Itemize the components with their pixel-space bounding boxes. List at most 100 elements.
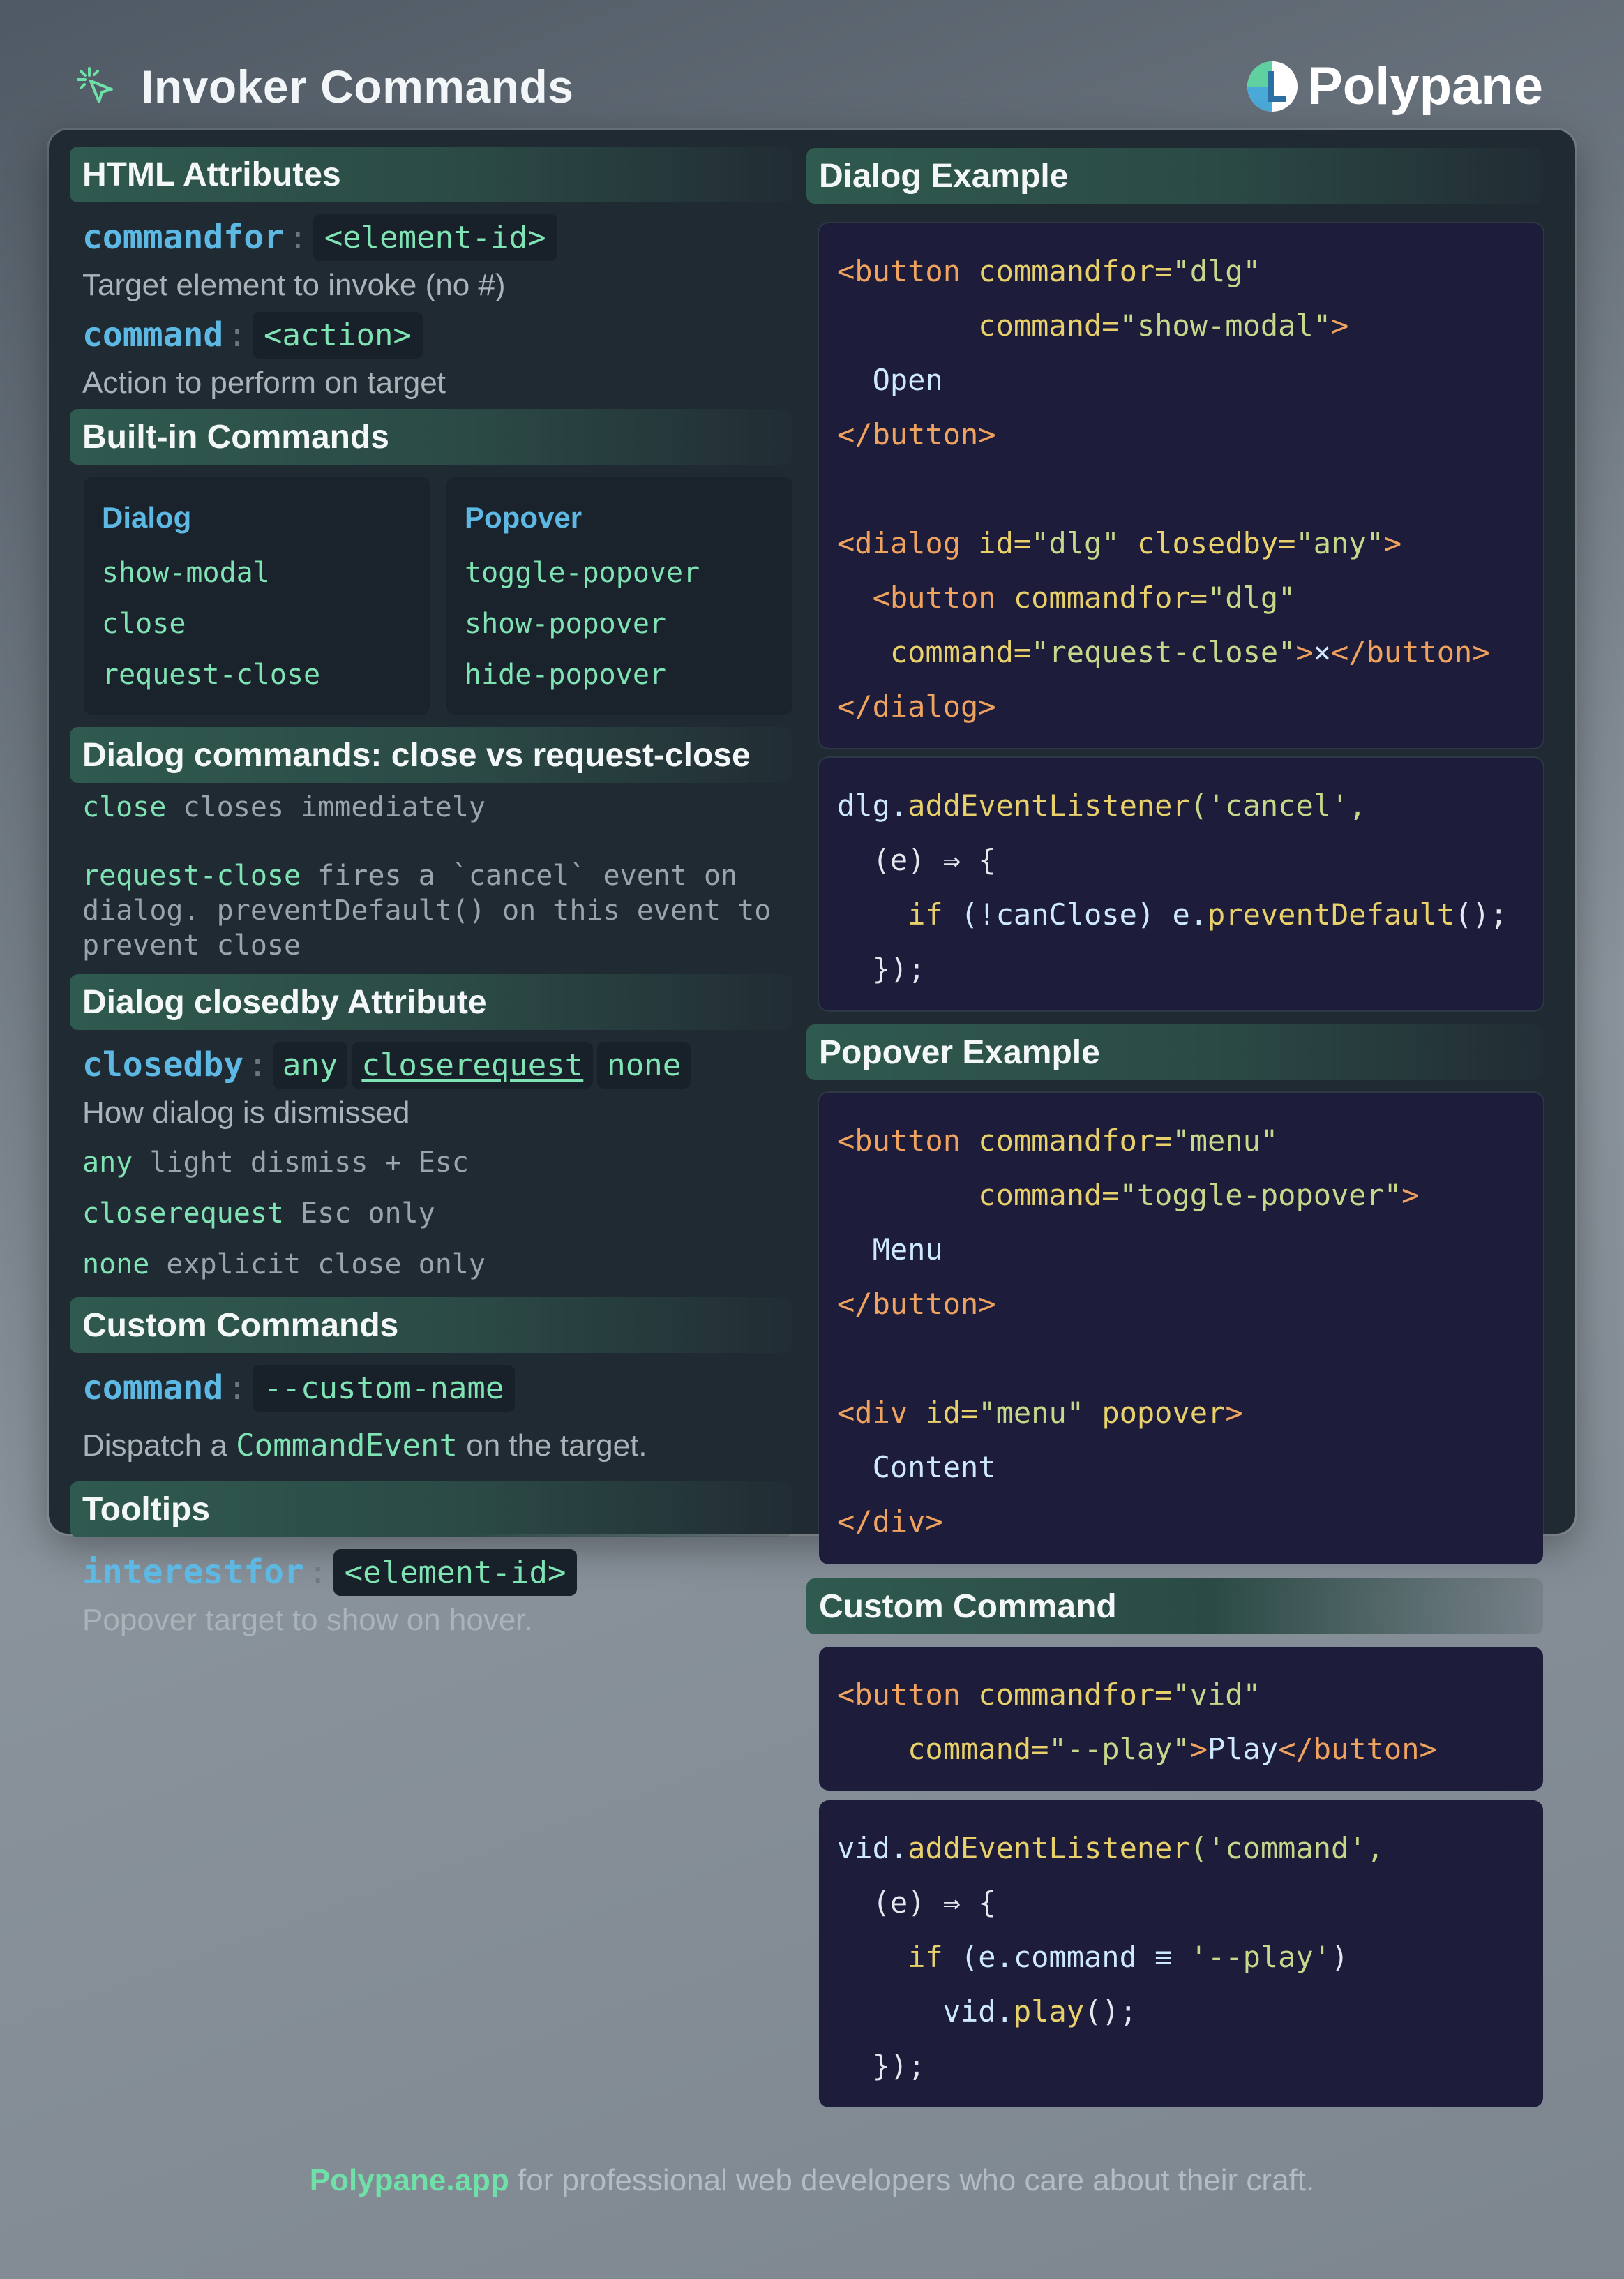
code-line: </div> [837, 1504, 943, 1539]
code-token: (e.command ≡ [942, 1940, 1190, 1974]
list-item: show-popover [465, 608, 666, 640]
code-line: command="toggle-popover"> [837, 1168, 1525, 1223]
list-item: none explicit close only [82, 1239, 792, 1290]
code-token: <button [837, 1678, 961, 1712]
text: light dismiss + Esc [133, 1146, 469, 1179]
code-token: "dlg" [1031, 526, 1120, 560]
list-item: close [102, 608, 186, 640]
code-block-dialog-script: dlg.addEventListener('cancel', (e) ⇒ { i… [819, 758, 1543, 1010]
list-item: hide-popover [465, 659, 666, 691]
right-column: Dialog Example <button commandfor="dlg" … [806, 148, 1543, 2107]
code-token: Play [1208, 1732, 1279, 1766]
code-line: <button commandfor="vid" [837, 1668, 1525, 1722]
code-token: > [1225, 1396, 1243, 1430]
code-line: Menu [837, 1232, 943, 1266]
code-line: </button> [837, 1287, 996, 1321]
list-item: show-modal [102, 557, 270, 589]
value-chip-closerequest: closerequest [352, 1041, 594, 1089]
code-line: (e) ⇒ { [837, 843, 996, 877]
list-item: any light dismiss + Esc [82, 1137, 792, 1188]
section-heading-dialog-example: Dialog Example [806, 148, 1543, 204]
code-block-dialog-markup: <button commandfor="dlg" command="show-m… [819, 223, 1543, 748]
code-token: <button [837, 254, 961, 288]
code-token: closedby= [1119, 526, 1296, 560]
code-block-custom-markup: <button commandfor="vid" command="--play… [819, 1647, 1543, 1791]
code-token: </button> [1331, 635, 1490, 669]
footer-text: for professional web developers who care… [509, 2163, 1315, 2197]
code-line: if (!canClose) e.preventDefault(); [837, 888, 1525, 942]
code-token: (); [1454, 897, 1508, 932]
code-line: <dialog id="dlg" closedby="any"> [837, 516, 1525, 571]
code-token: id= [908, 1396, 979, 1430]
footer-link[interactable]: Polypane.app [310, 2163, 509, 2197]
list-item: request-close [102, 659, 321, 691]
code-token: > [1383, 526, 1402, 560]
attr-description: Action to perform on target [82, 366, 446, 400]
group-title: Dialog [102, 501, 192, 534]
code-line: (e) ⇒ { [837, 1885, 996, 1920]
custom-description: Dispatch a CommandEvent on the target. [82, 1426, 792, 1466]
code-token: '--play' [1189, 1940, 1332, 1974]
section-heading-custom-commands: Custom Commands [70, 1297, 792, 1353]
popover-commands-box: Popover toggle-popover show-popover hide… [446, 477, 792, 715]
keyword: closerequest [82, 1197, 284, 1230]
keyword: request-close [82, 860, 301, 892]
value-chip-none: none [597, 1041, 691, 1089]
code-token: > [1295, 635, 1314, 669]
code-line: command="show-modal"> [837, 299, 1525, 353]
list-item: closerequest Esc only [82, 1188, 792, 1239]
polypane-logo-icon [1247, 61, 1298, 112]
brand[interactable]: Polypane [1245, 56, 1543, 117]
code-token: vid. [837, 1994, 1014, 2028]
group-title: Popover [465, 501, 582, 534]
attr-description: Popover target to show on hover. [82, 1603, 533, 1637]
attr-value-chip: <element-id> [313, 214, 557, 261]
code-token: <div [837, 1396, 908, 1430]
code-line: <button commandfor="dlg" [837, 571, 1525, 625]
keyword: close [82, 791, 167, 823]
code-line: dlg.addEventListener('cancel', [837, 779, 1525, 833]
code-line: </dialog> [837, 689, 996, 724]
code-token: "toggle-popover" [1119, 1178, 1402, 1212]
code-block-popover-markup: <button commandfor="menu" command="toggl… [819, 1093, 1543, 1564]
attr-interestfor: interestfor : <element-id> [82, 1544, 792, 1600]
colon: : [248, 1046, 267, 1084]
brand-name: Polypane [1307, 57, 1543, 116]
attr-value-chip: <element-id> [333, 1548, 578, 1596]
dialog-commands-box: Dialog show-modal close request-close [84, 477, 430, 715]
code-token: "request-close" [1031, 635, 1296, 669]
code-token: </button> [1278, 1732, 1437, 1766]
code-token: <button [837, 581, 996, 615]
code-token: × [1313, 635, 1332, 669]
attr-closedby: closedby : any closerequest none [82, 1037, 792, 1093]
code-token: "--play" [1048, 1732, 1190, 1766]
code-token: if [837, 897, 943, 932]
code-token: if [837, 1940, 943, 1974]
closedby-value-list: any light dismiss + Esc closerequest Esc… [82, 1137, 792, 1290]
code-token: vid. [837, 1831, 908, 1865]
code-token: preventDefault [1208, 897, 1455, 932]
text: explicit close only [149, 1248, 486, 1280]
code-token: commandfor= [961, 254, 1173, 288]
code-token: > [1401, 1178, 1420, 1212]
code-line: Content [837, 1450, 996, 1484]
left-column: HTML Attributes commandfor : <element-id… [70, 147, 792, 1641]
colon: : [308, 1553, 328, 1591]
code-token: id= [961, 526, 1032, 560]
page-header: Invoker Commands Polypane [0, 0, 1624, 133]
code-line: <div id="menu" popover> [837, 1386, 1525, 1440]
text: on the target. [458, 1428, 647, 1463]
attr-name: command [82, 1368, 224, 1407]
code-line: vid.addEventListener('command', [837, 1821, 1525, 1876]
builtin-command-groups: Dialog show-modal close request-close Po… [70, 465, 792, 715]
code-token: addEventListener [908, 1831, 1190, 1865]
attr-value-chip: <action> [253, 311, 423, 359]
code-token: command= [837, 1732, 1049, 1766]
code-token: ) [1331, 1940, 1349, 1974]
section-heading-closedby: Dialog closedby Attribute [70, 974, 792, 1030]
page-title: Invoker Commands [141, 61, 574, 112]
text: Esc only [283, 1197, 435, 1230]
code-token: "menu" [1172, 1123, 1279, 1158]
